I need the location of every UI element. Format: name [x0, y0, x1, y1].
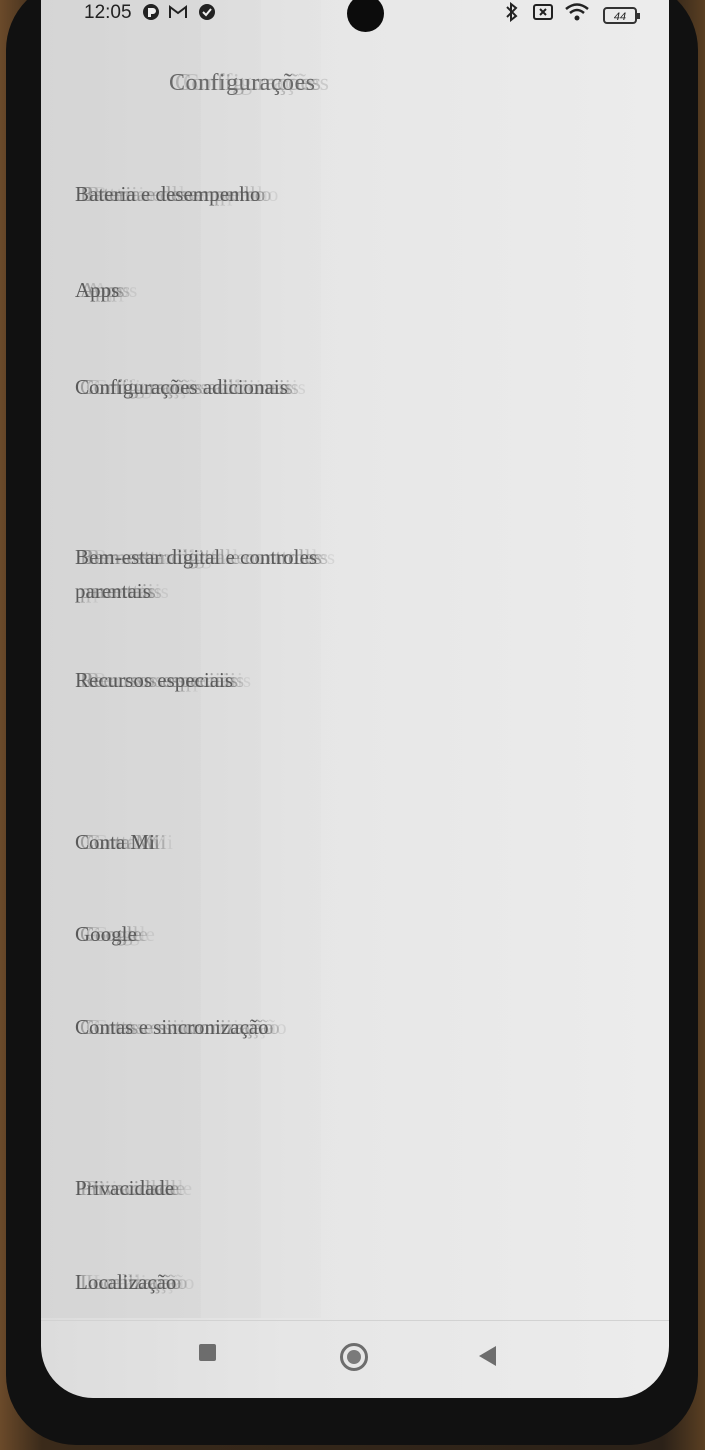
wifi-icon	[563, 2, 591, 22]
front-camera	[347, 0, 384, 32]
navigation-bar	[41, 1320, 669, 1398]
battery-icon: 44	[603, 7, 640, 24]
phone-frame: 12:05 44 Configurações Bateria e desempe…	[6, 0, 698, 1445]
home-button[interactable]	[340, 1343, 368, 1371]
app-notification-icon	[141, 2, 161, 22]
settings-item-additional[interactable]: Configurações adicionais	[75, 375, 288, 400]
status-time: 12:05	[84, 2, 132, 23]
page-title: Configurações	[169, 70, 316, 96]
settings-item-accounts-sync[interactable]: Contas e sincronização	[75, 1015, 269, 1040]
settings-item-mi-account[interactable]: Conta Mi	[75, 830, 155, 855]
settings-item-battery[interactable]: Bateria e desempenho	[75, 182, 260, 207]
back-button[interactable]	[479, 1346, 496, 1366]
settings-item-special-features[interactable]: Recursos especiais	[75, 668, 233, 693]
settings-item-digital-wellbeing[interactable]: Bem-estar digital e controles parentais	[75, 540, 335, 608]
gmail-icon	[167, 2, 189, 22]
status-bar: 12:05 44	[41, 0, 669, 50]
settings-item-location[interactable]: Localização	[75, 1270, 176, 1295]
ghost-band	[261, 0, 321, 1318]
bluetooth-icon	[503, 2, 521, 22]
screen: 12:05 44 Configurações Bateria e desempe…	[41, 0, 669, 1398]
no-sim-icon	[531, 2, 555, 22]
recents-button[interactable]	[199, 1344, 216, 1361]
settings-item-google[interactable]: Google	[75, 922, 137, 947]
check-circle-icon	[197, 2, 217, 22]
settings-item-privacy[interactable]: Privacidade	[75, 1176, 174, 1201]
settings-item-apps[interactable]: Apps	[75, 278, 119, 303]
